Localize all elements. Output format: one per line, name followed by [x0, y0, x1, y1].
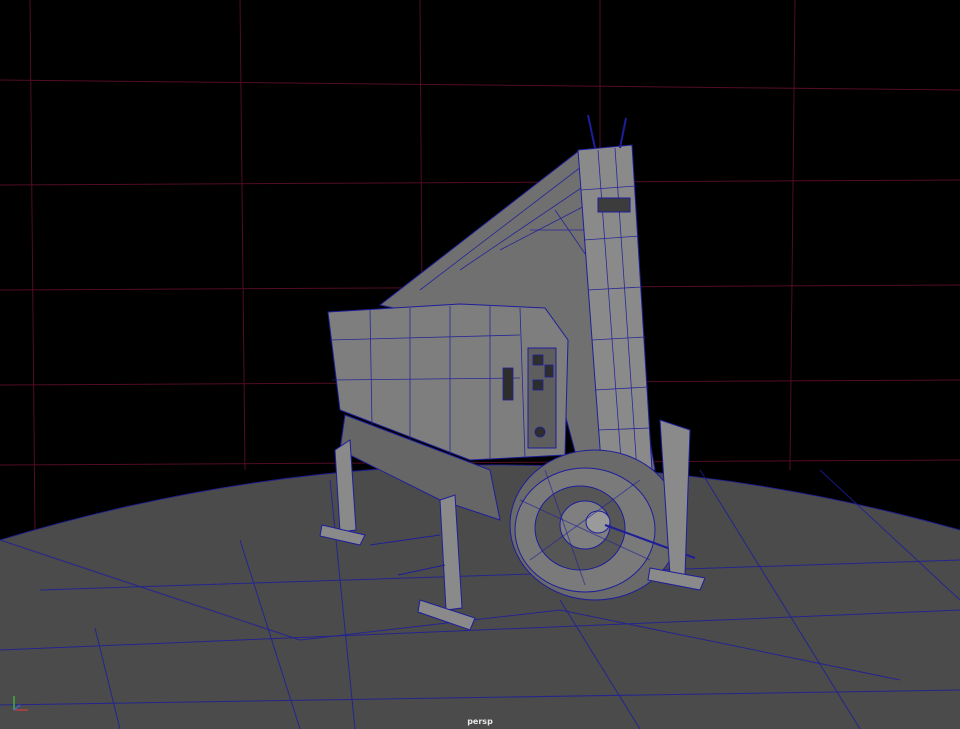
axis-z-icon — [13, 704, 21, 711]
model-vent — [597, 197, 631, 213]
axis-gizmo — [13, 696, 28, 711]
maya-perspective-viewport[interactable]: persp — [0, 0, 960, 729]
camera-name-label: persp — [467, 717, 493, 726]
scene-render[interactable] — [0, 0, 960, 729]
